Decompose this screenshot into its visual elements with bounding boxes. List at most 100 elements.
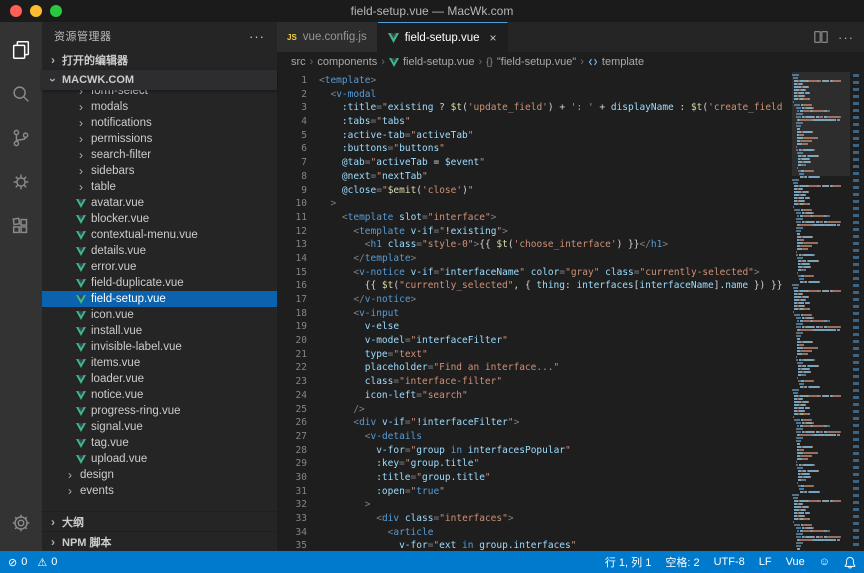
close-tab-icon[interactable]: × — [490, 31, 497, 45]
warning-count: 0 — [51, 556, 57, 568]
overview-ruler-marks — [853, 74, 859, 549]
tree-item-label: invisible-label.vue — [91, 341, 182, 353]
tree-item-permissions[interactable]: ›permissions — [42, 131, 277, 147]
breadcrumb-file[interactable]: field-setup.vue — [403, 56, 475, 68]
zoom-window-button[interactable] — [50, 5, 62, 17]
extensions-icon[interactable] — [0, 204, 42, 248]
tree-item-label: progress-ring.vue — [91, 405, 180, 417]
tree-item-label: notice.vue — [91, 389, 143, 401]
tree-item-table[interactable]: ›table — [42, 179, 277, 195]
tree-item-label: avatar.vue — [91, 197, 144, 209]
encoding-setting[interactable]: UTF-8 — [714, 556, 745, 568]
feedback-smiley-icon[interactable]: ☺ — [819, 556, 830, 568]
tree-item-items.vue[interactable]: items.vue — [42, 355, 277, 371]
vue-file-icon — [389, 58, 399, 67]
tree-item-label: design — [80, 469, 114, 481]
tree-item-details.vue[interactable]: details.vue — [42, 243, 277, 259]
close-window-button[interactable] — [10, 5, 22, 17]
tree-item-error.vue[interactable]: error.vue — [42, 259, 277, 275]
tree-item-label: search-filter — [91, 149, 151, 161]
window-title: field-setup.vue — MacWk.com — [0, 4, 864, 18]
workspace-label: MACWK.COM — [62, 74, 134, 86]
activity-bar — [0, 22, 42, 551]
tree-item-notifications[interactable]: ›notifications — [42, 115, 277, 131]
breadcrumb-separator: › — [310, 56, 314, 68]
template-symbol-icon — [588, 57, 598, 67]
language-mode[interactable]: Vue — [786, 556, 805, 568]
tree-item-label: install.vue — [91, 325, 142, 337]
vue-icon — [76, 439, 86, 448]
npm-scripts-section[interactable]: › NPM 脚本 — [42, 531, 277, 551]
tab-label: field-setup.vue — [405, 32, 480, 44]
tree-item-label: field-duplicate.vue — [91, 277, 184, 289]
notifications-bell-icon[interactable] — [844, 556, 856, 569]
code-lines[interactable]: <template> <v-modal :title="existing ? $… — [319, 72, 792, 551]
vue-icon — [76, 215, 86, 224]
tree-item-label: sidebars — [91, 165, 134, 177]
open-editors-section[interactable]: › 打开的编辑器 — [42, 50, 277, 70]
tree-item-design[interactable]: ›design — [42, 467, 277, 483]
breadcrumb-components[interactable]: components — [317, 56, 377, 68]
problems-errors[interactable]: ⊘ 0 — [8, 556, 27, 569]
vue-icon — [76, 375, 86, 384]
tree-item-field-duplicate.vue[interactable]: field-duplicate.vue — [42, 275, 277, 291]
problems-warnings[interactable]: ⚠ 0 — [37, 556, 57, 569]
chevron-right-icon: › — [76, 182, 86, 192]
tree-item-label: icon.vue — [91, 309, 134, 321]
settings-gear-icon[interactable] — [0, 501, 42, 545]
tree-item-loader.vue[interactable]: loader.vue — [42, 371, 277, 387]
tab-field-setup-vue[interactable]: field-setup.vue × — [378, 22, 508, 52]
outline-section[interactable]: › 大纲 — [42, 511, 277, 531]
tree-item-tag.vue[interactable]: tag.vue — [42, 435, 277, 451]
source-control-icon[interactable] — [0, 116, 42, 160]
tree-item-sidebars[interactable]: › sidebars — [42, 163, 277, 179]
tree-item-events[interactable]: ›events — [42, 483, 277, 499]
split-editor-icon[interactable] — [814, 30, 828, 44]
tab-vue-config-js[interactable]: JS vue.config.js — [277, 22, 378, 52]
breadcrumb-src[interactable]: src — [291, 56, 306, 68]
tree-item-install.vue[interactable]: install.vue — [42, 323, 277, 339]
tree-item-label: blocker.vue — [91, 213, 149, 225]
cursor-position[interactable]: 行 1, 列 1 — [605, 554, 651, 570]
sidebar-more-actions-icon[interactable]: ··· — [249, 29, 265, 44]
breadcrumb-template[interactable]: template — [602, 56, 644, 68]
vue-file-icon — [388, 33, 399, 43]
search-icon[interactable] — [0, 72, 42, 116]
debug-icon[interactable] — [0, 160, 42, 204]
tree-item-signal.vue[interactable]: signal.vue — [42, 419, 277, 435]
minimize-window-button[interactable] — [30, 5, 42, 17]
tree-item-invisible-label.vue[interactable]: invisible-label.vue — [42, 339, 277, 355]
tree-item-label: signal.vue — [91, 421, 143, 433]
chevron-right-icon: › — [76, 166, 86, 176]
eol-setting[interactable]: LF — [759, 556, 772, 568]
tree-item-avatar.vue[interactable]: avatar.vue — [42, 195, 277, 211]
tree-item-upload.vue[interactable]: upload.vue — [42, 451, 277, 467]
tree-item-contextual-menu.vue[interactable]: contextual-menu.vue — [42, 227, 277, 243]
chevron-right-icon: › — [65, 486, 75, 496]
editor-more-actions-icon[interactable]: ··· — [838, 30, 854, 45]
tree-item-icon.vue[interactable]: icon.vue — [42, 307, 277, 323]
error-count: 0 — [21, 556, 27, 568]
vue-icon — [76, 407, 86, 416]
explorer-icon[interactable] — [0, 28, 42, 72]
tree-item-field-setup.vue[interactable]: field-setup.vue — [42, 291, 277, 307]
vue-icon — [76, 343, 86, 352]
breadcrumb-symbol-root[interactable]: "field-setup.vue" — [497, 56, 576, 68]
tree-item-progress-ring.vue[interactable]: progress-ring.vue — [42, 403, 277, 419]
indentation-setting[interactable]: 空格: 2 — [665, 554, 699, 570]
chevron-down-icon: › — [48, 75, 58, 85]
minimap[interactable] — [792, 72, 850, 551]
breadcrumbs: src › components › field-setup.vue › {} … — [277, 52, 864, 72]
status-bar: ⊘ 0 ⚠ 0 行 1, 列 1 空格: 2 UTF-8 LF Vue ☺ — [0, 551, 864, 573]
workspace-section[interactable]: › MACWK.COM — [42, 70, 277, 90]
tree-item-label: contextual-menu.vue — [91, 229, 198, 241]
tab-label: vue.config.js — [303, 31, 367, 43]
tree-item-label: upload.vue — [91, 453, 147, 465]
tree-item-notice.vue[interactable]: notice.vue — [42, 387, 277, 403]
tree-item-search-filter[interactable]: ›search-filter — [42, 147, 277, 163]
overview-ruler-scrollbar[interactable] — [850, 72, 864, 551]
tree-item-label: details.vue — [91, 245, 146, 257]
tree-item-modals[interactable]: ›modals — [42, 99, 277, 115]
tree-item-label: loader.vue — [91, 373, 144, 385]
tree-item-blocker.vue[interactable]: blocker.vue — [42, 211, 277, 227]
